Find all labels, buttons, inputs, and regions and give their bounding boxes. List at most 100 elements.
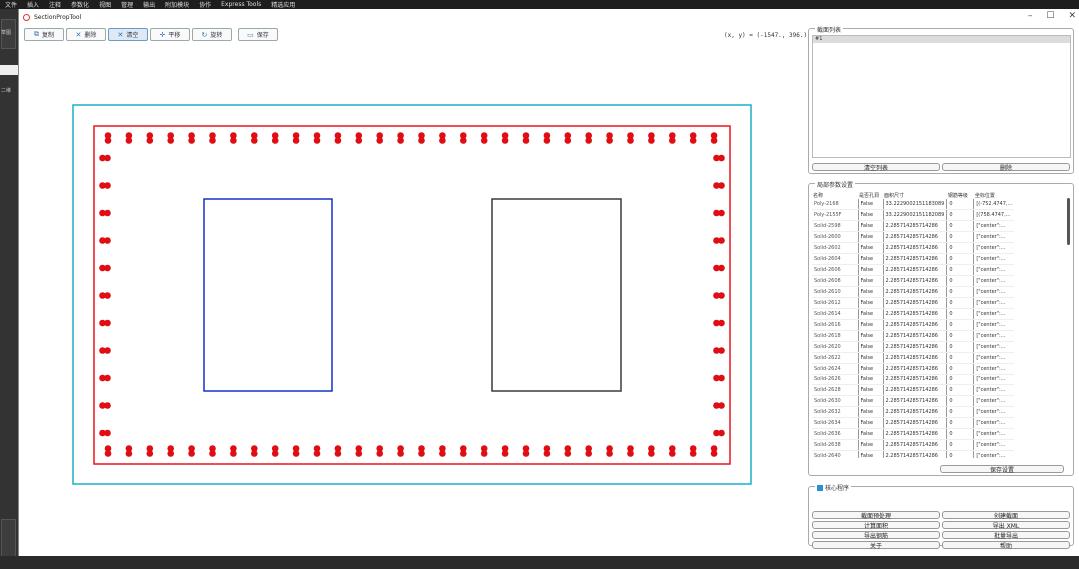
table-cell[interactable]: 2.285714285714286 <box>882 319 947 331</box>
section-list-item[interactable]: #1 <box>813 36 1070 43</box>
table-cell[interactable]: 33.2229002151183089 <box>882 199 947 211</box>
core-feature-button[interactable]: 批量导出 <box>942 531 1070 540</box>
table-cell[interactable]: ["center":... <box>973 384 1015 397</box>
table-cell[interactable]: ["center":... <box>973 275 1015 287</box>
table-cell[interactable]: 0 <box>946 242 974 255</box>
cad-menu-item[interactable]: 管理 <box>116 0 138 9</box>
table-row[interactable]: Solid-2638 False 2.285714285714286 0 ["cente… <box>812 439 1015 452</box>
table-cell[interactable]: False <box>857 286 883 298</box>
table-cell[interactable]: 0 <box>946 319 974 331</box>
table-cell[interactable]: ["center":... <box>973 428 1015 441</box>
section-listbox[interactable]: #1 <box>812 35 1071 158</box>
table-cell[interactable]: Solid-2608 <box>812 275 858 287</box>
table-cell[interactable]: False <box>857 209 883 222</box>
table-cell[interactable]: 2.285714285714286 <box>882 220 947 233</box>
table-cell[interactable]: ["center":... <box>973 264 1015 277</box>
delete-button[interactable]: 删除 <box>942 163 1070 172</box>
table-cell[interactable]: 0 <box>946 417 974 430</box>
table-cell[interactable]: ["center":... <box>973 253 1015 266</box>
table-cell[interactable]: False <box>857 384 883 397</box>
table-cell[interactable]: ["center":... <box>973 286 1015 298</box>
table-cell[interactable]: ["center":... <box>973 297 1015 309</box>
toolbar-button[interactable]: ↻ 旋转 <box>192 28 232 41</box>
table-row[interactable]: Solid-2614 False 2.285714285714286 0 ["cente… <box>812 308 1015 320</box>
table-cell[interactable]: ["center":... <box>973 242 1015 255</box>
core-feature-button[interactable]: 导出钢筋 <box>812 531 940 540</box>
table-cell[interactable]: 0 <box>946 341 974 353</box>
cad-menu-item[interactable]: 附加模块 <box>160 0 194 9</box>
table-cell[interactable]: Poly-2168 <box>812 199 858 211</box>
table-cell[interactable]: Solid-2602 <box>812 242 858 255</box>
table-row[interactable]: Solid-2628 False 2.285714285714286 0 ["cente… <box>812 384 1015 397</box>
table-cell[interactable]: 0 <box>946 253 974 266</box>
toolbar-button[interactable]: ✕ 删除 <box>66 28 106 41</box>
table-cell[interactable]: False <box>857 363 883 375</box>
table-cell[interactable]: Solid-2604 <box>812 253 858 266</box>
table-cell[interactable]: False <box>857 319 883 331</box>
table-row[interactable]: Poly-2168 False 33.2229002151183089 0 [(-752… <box>812 199 1015 211</box>
cad-menu-item[interactable]: 参数化 <box>66 0 94 9</box>
toolbar-button[interactable]: ✕ 清空 <box>108 28 148 41</box>
table-cell[interactable]: 0 <box>946 352 974 364</box>
core-feature-button[interactable]: 计算面积 <box>812 521 940 530</box>
table-row[interactable]: Solid-2632 False 2.285714285714286 0 ["cente… <box>812 406 1015 419</box>
grid-column-header[interactable]: 是否孔洞 <box>858 191 883 199</box>
drawing-canvas[interactable] <box>19 44 804 569</box>
table-cell[interactable]: 2.285714285714286 <box>882 384 947 397</box>
table-cell[interactable]: ["center":... <box>973 417 1015 430</box>
table-cell[interactable]: 0 <box>946 275 974 287</box>
table-cell[interactable]: 2.285714285714286 <box>882 275 947 287</box>
table-cell[interactable]: 2.285714285714286 <box>882 428 947 441</box>
core-feature-button[interactable]: 创建截面 <box>942 511 1070 520</box>
table-cell[interactable]: ["center":... <box>973 220 1015 233</box>
table-cell[interactable]: 2.285714285714286 <box>882 395 947 408</box>
close-button[interactable]: ✕ <box>1068 11 1076 21</box>
table-cell[interactable]: 0 <box>946 286 974 298</box>
table-cell[interactable]: ["center":... <box>973 395 1015 408</box>
table-cell[interactable]: Solid-2624 <box>812 363 858 375</box>
table-cell[interactable]: 2.285714285714286 <box>882 363 947 375</box>
table-cell[interactable]: 0 <box>946 297 974 309</box>
table-cell[interactable]: False <box>857 253 883 266</box>
table-cell[interactable]: False <box>857 199 883 211</box>
table-cell[interactable]: 0 <box>946 428 974 441</box>
table-row[interactable]: Solid-2630 False 2.285714285714286 0 ["cente… <box>812 395 1015 408</box>
table-cell[interactable]: Solid-2632 <box>812 406 858 419</box>
cad-menu-item[interactable]: 注释 <box>44 0 66 9</box>
table-cell[interactable]: 2.285714285714286 <box>882 439 947 452</box>
clear-list-button[interactable]: 清空列表 <box>812 163 940 172</box>
table-cell[interactable]: 2.285714285714286 <box>882 450 947 458</box>
table-cell[interactable]: Solid-2634 <box>812 417 858 430</box>
table-row[interactable]: Solid-2598 False 2.285714285714286 0 ["cente… <box>812 220 1015 233</box>
cad-nav-block[interactable] <box>1 519 16 559</box>
table-cell[interactable]: 2.285714285714286 <box>882 330 947 342</box>
table-cell[interactable]: Solid-2616 <box>812 319 858 331</box>
table-cell[interactable]: Solid-2626 <box>812 374 858 386</box>
table-cell[interactable]: 2.285714285714286 <box>882 264 947 277</box>
table-cell[interactable]: [(758.4747,... <box>973 209 1015 222</box>
save-settings-button[interactable]: 保存设置 <box>940 465 1064 474</box>
table-cell[interactable]: Poly-2155F <box>812 209 858 222</box>
table-cell[interactable]: 0 <box>946 199 974 211</box>
table-row[interactable]: Solid-2626 False 2.285714285714286 0 ["cente… <box>812 374 1015 386</box>
table-cell[interactable]: ["center":... <box>973 450 1015 458</box>
table-cell[interactable]: Solid-2606 <box>812 264 858 277</box>
table-cell[interactable]: 0 <box>946 395 974 408</box>
table-row[interactable]: Solid-2640 False 2.285714285714286 0 ["cente… <box>812 450 1015 458</box>
core-feature-button[interactable]: 关于 <box>812 541 940 550</box>
table-cell[interactable]: 0 <box>946 209 974 222</box>
table-cell[interactable]: False <box>857 264 883 277</box>
table-cell[interactable]: Solid-2612 <box>812 297 858 309</box>
grid-column-header[interactable]: 钢筋等级 <box>947 191 974 199</box>
table-cell[interactable]: False <box>857 439 883 452</box>
table-cell[interactable]: ["center":... <box>973 439 1015 452</box>
table-cell[interactable]: ["center":... <box>973 308 1015 320</box>
table-cell[interactable]: ["center":... <box>973 406 1015 419</box>
cad-menu-item[interactable]: Express Tools <box>216 1 266 8</box>
table-cell[interactable]: 2.285714285714286 <box>882 297 947 309</box>
table-cell[interactable]: False <box>857 242 883 255</box>
table-cell[interactable]: 0 <box>946 330 974 342</box>
cad-menu-item[interactable]: 精选应用 <box>266 0 300 9</box>
table-cell[interactable]: 2.285714285714286 <box>882 406 947 419</box>
table-cell[interactable]: Solid-2640 <box>812 450 858 458</box>
